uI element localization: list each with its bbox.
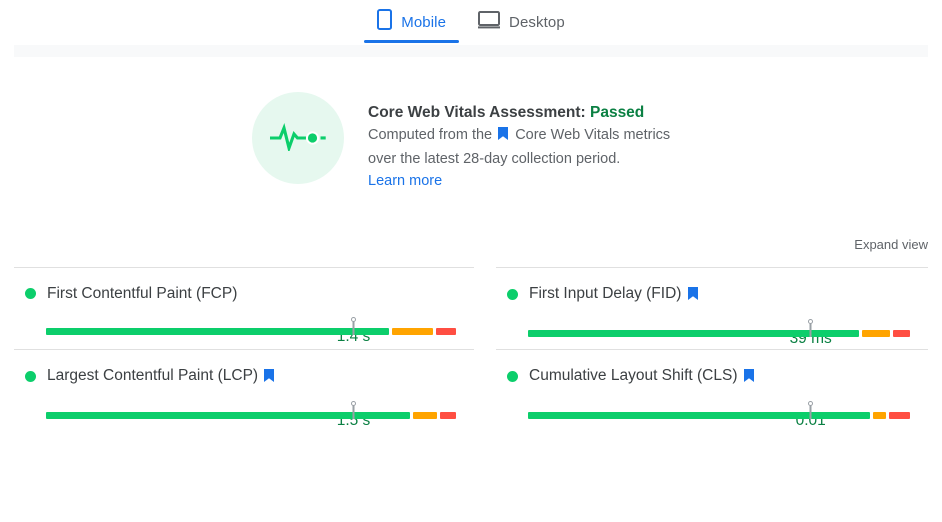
- metric-header: Largest Contentful Paint (LCP): [14, 367, 474, 387]
- gauge-segment-average: [862, 330, 890, 337]
- metric-label-text: Cumulative Layout Shift (CLS): [529, 367, 737, 384]
- gauge-segment-poor: [436, 328, 456, 335]
- bookmark-icon: [744, 369, 754, 386]
- gauge-track: [528, 330, 910, 337]
- metrics-grid: First Contentful Paint (FCP) 1.4 s First…: [0, 267, 942, 431]
- status-dot-good: [25, 288, 36, 299]
- metric-label: First Input Delay (FID): [529, 285, 698, 305]
- metric-gauge: 39 ms: [496, 330, 928, 337]
- gauge-segment-average: [392, 328, 432, 335]
- tab-mobile-label: Mobile: [401, 14, 446, 31]
- assessment-description-line-2: over the latest 28-day collection period…: [368, 148, 670, 171]
- metric-label: First Contentful Paint (FCP): [47, 285, 237, 303]
- gauge-marker-head: [351, 317, 356, 322]
- pulse-icon: [270, 121, 326, 156]
- tab-desktop[interactable]: Desktop: [462, 0, 581, 34]
- gauge-marker-head: [351, 401, 356, 406]
- metric-header: First Input Delay (FID): [496, 285, 928, 305]
- gauge-segment-good: [46, 412, 410, 419]
- metric-gauge: 1.5 s: [14, 412, 474, 419]
- status-dot-good: [507, 289, 518, 300]
- gauge-segment-poor: [440, 412, 456, 419]
- assessment-description-line-1: Computed from the Core Web Vitals metric…: [368, 124, 670, 148]
- status-dot-good: [25, 371, 36, 382]
- desktop-icon: [478, 11, 500, 34]
- gauge-segment-average: [873, 412, 886, 419]
- assessment-title-prefix: Core Web Vitals Assessment:: [368, 104, 586, 121]
- status-dot-good: [507, 371, 518, 382]
- gauge-segment-good: [528, 330, 859, 337]
- metric-label-text: Largest Contentful Paint (LCP): [47, 367, 258, 384]
- gauge-marker-head: [808, 319, 813, 324]
- assessment-desc-prefix: Computed from the: [368, 127, 492, 143]
- metric-cls: Cumulative Layout Shift (CLS) 0.01: [496, 349, 928, 431]
- assessment-title: Core Web Vitals Assessment: Passed: [368, 102, 670, 124]
- gauge-segment-good: [46, 328, 389, 335]
- metric-gauge: 1.4 s: [14, 328, 474, 335]
- gauge-track: [46, 328, 456, 335]
- learn-more-link[interactable]: Learn more: [368, 170, 442, 193]
- gauge-segment-poor: [889, 412, 910, 419]
- metric-fid: First Input Delay (FID) 39 ms: [496, 267, 928, 349]
- metric-label-text: First Input Delay (FID): [529, 285, 681, 302]
- tab-divider-band: [14, 45, 928, 57]
- bookmark-icon: [688, 287, 698, 304]
- assessment-verdict: Passed: [590, 104, 644, 121]
- tab-desktop-label: Desktop: [509, 14, 565, 31]
- bookmark-icon: [498, 128, 512, 144]
- assessment-icon-circle: [252, 92, 344, 184]
- bookmark-icon: [264, 369, 274, 386]
- metric-gauge: 0.01: [496, 412, 928, 419]
- gauge-segment-average: [413, 412, 437, 419]
- core-web-vitals-assessment: Core Web Vitals Assessment: Passed Compu…: [0, 45, 942, 193]
- metric-header: Cumulative Layout Shift (CLS): [496, 367, 928, 387]
- metric-label: Largest Contentful Paint (LCP): [47, 367, 274, 387]
- assessment-text-block: Core Web Vitals Assessment: Passed Compu…: [368, 92, 670, 193]
- metric-fcp: First Contentful Paint (FCP) 1.4 s: [14, 267, 474, 349]
- device-tab-bar: Mobile Desktop: [0, 0, 942, 45]
- tab-active-indicator: [364, 40, 459, 43]
- gauge-segment-poor: [893, 330, 910, 337]
- metric-label: Cumulative Layout Shift (CLS): [529, 367, 754, 387]
- gauge-segment-good: [528, 412, 870, 419]
- metric-lcp: Largest Contentful Paint (LCP) 1.5 s: [14, 349, 474, 431]
- gauge-track: [528, 412, 910, 419]
- metric-header: First Contentful Paint (FCP): [14, 285, 474, 303]
- mobile-icon: [377, 9, 392, 35]
- gauge-track: [46, 412, 456, 419]
- tab-mobile[interactable]: Mobile: [361, 0, 462, 34]
- expand-view-button[interactable]: Expand view: [854, 237, 928, 252]
- expand-view-row: Expand view: [0, 237, 942, 252]
- gauge-marker-head: [808, 401, 813, 406]
- assessment-desc-suffix: Core Web Vitals metrics: [515, 127, 670, 143]
